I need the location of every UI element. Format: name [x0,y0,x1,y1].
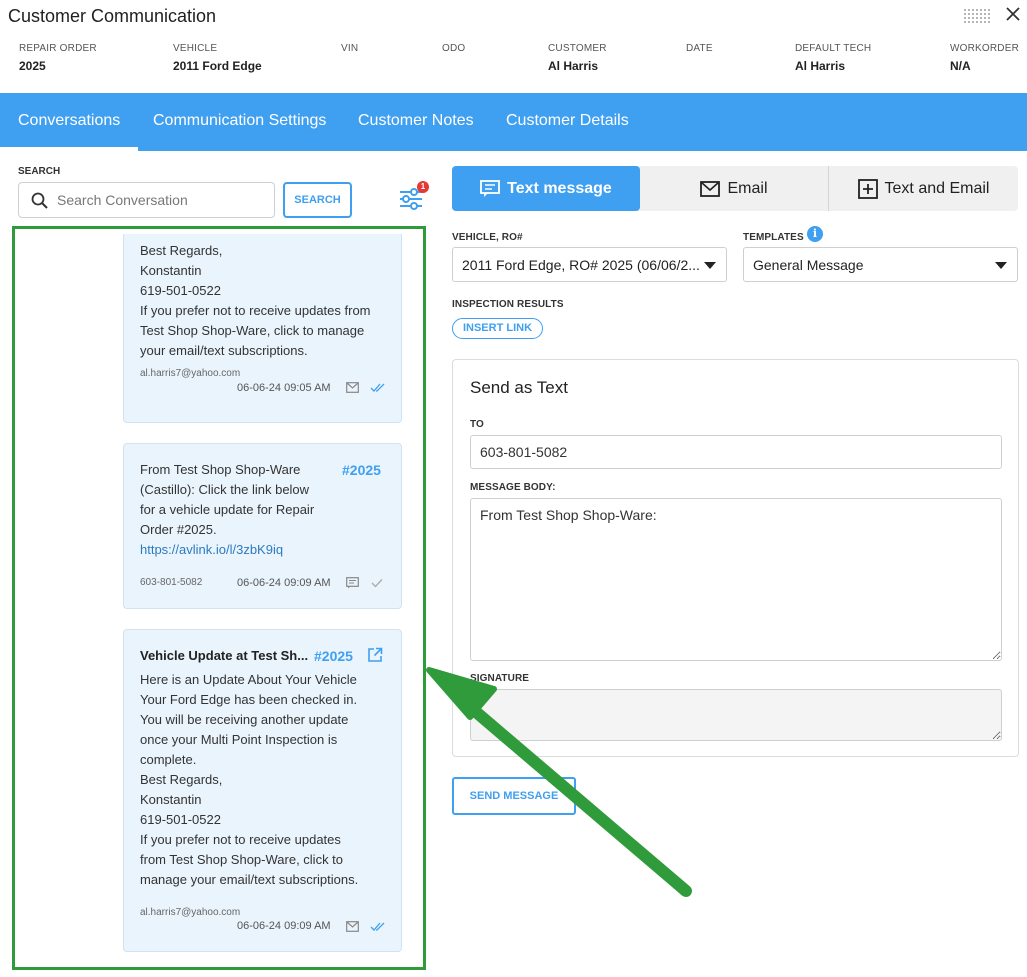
compose-mode-tabs: Text message Email Text and Email [452,166,1018,211]
message-subject: Vehicle Update at Test Sh... [140,648,309,663]
message-icon [480,179,501,198]
message-sender: al.harris7@yahoo.com [140,368,241,379]
templates-select[interactable]: General Message [743,247,1018,282]
templates-label: TEMPLATES [743,232,804,243]
tab-conversations[interactable]: Conversations [0,93,139,151]
mode-text-and-email[interactable]: Text and Email [829,166,1018,211]
to-field[interactable] [470,435,1002,469]
plus-box-icon [857,178,878,199]
repair-order-tag[interactable]: #2025 [342,462,381,478]
close-icon[interactable] [1005,6,1021,22]
title-bar: Customer Communication [0,0,1027,34]
sms-channel-icon [346,577,359,589]
search-input[interactable] [57,189,267,211]
meta-vehicle: VEHICLE 2011 Ford Edge [173,43,262,73]
signature-field[interactable] [470,689,1002,741]
to-label: TO [470,419,484,430]
message-text: From Test Shop Shop-Ware (Castillo): Cli… [140,462,315,537]
window-title: Customer Communication [8,6,217,26]
meta-label: VIN [341,43,359,54]
conversation-message[interactable]: Best Regards, Konstantin 619-501-0522 If… [123,234,402,423]
message-body-field[interactable]: From Test Shop Shop-Ware: [470,498,1002,661]
filter-count-badge: 1 [417,181,429,193]
tab-communication-settings[interactable]: Communication Settings [135,93,344,151]
search-label: SEARCH [18,166,61,177]
tab-customer-notes[interactable]: Customer Notes [340,93,492,151]
sent-check-icon [371,579,383,588]
email-channel-icon [346,382,359,393]
send-message-button[interactable]: SEND MESSAGE [452,777,576,815]
mail-icon [700,180,721,197]
read-receipt-icon [370,383,385,392]
message-link[interactable]: https://avlink.io/l/3zbK9iq [140,540,283,560]
meta-label: REPAIR ORDER [19,43,97,54]
inspection-results-label: INSPECTION RESULTS [452,299,564,310]
read-receipt-icon [370,922,385,931]
meta-label: VEHICLE [173,43,218,54]
conversation-list[interactable]: Best Regards, Konstantin 619-501-0522 If… [18,234,424,967]
meta-label: DEFAULT TECH [795,43,872,54]
insert-link-button[interactable]: INSERT LINK [452,318,543,339]
meta-value: Al Harris [795,59,846,73]
message-body-label: MESSAGE BODY: [470,482,556,493]
meta-customer: CUSTOMER Al Harris [548,43,607,73]
send-as-text-card: Send as Text TO MESSAGE BODY: From Test … [452,359,1019,757]
meta-value: N/A [950,59,971,73]
message-timestamp: 06-06-24 09:09 AM [237,920,331,932]
message-sender: 603-801-5082 [140,577,203,588]
meta-label: WORKORDER [950,43,1020,54]
search-field[interactable] [18,182,275,218]
message-timestamp: 06-06-24 09:09 AM [237,577,331,589]
repair-order-info: REPAIR ORDER 2025 VEHICLE 2011 Ford Edge… [0,43,1027,83]
email-channel-icon [346,921,359,932]
mode-text-message[interactable]: Text message [452,166,640,211]
meta-vin: VIN [341,43,358,59]
repair-order-tag[interactable]: #2025 [314,648,353,664]
vehicle-ro-select[interactable]: 2011 Ford Edge, RO# 2025 (06/06/2... [452,247,727,282]
open-external-icon[interactable] [367,647,383,663]
message-timestamp: 06-06-24 09:05 AM [237,382,331,394]
meta-label: ODO [442,43,466,54]
card-title: Send as Text [470,378,568,397]
templates-value: General Message [753,257,864,273]
mode-label: Text and Email [884,179,990,197]
signature-label: SIGNATURE [470,673,530,684]
drag-grip-icon[interactable] [964,9,990,23]
mode-label: Email [727,179,768,197]
main-tabs: Conversations Communication Settings Cus… [0,93,1027,151]
meta-value: 2025 [19,59,46,73]
search-icon [31,192,48,209]
meta-repair-order: REPAIR ORDER 2025 [19,43,97,73]
mode-email[interactable]: Email [640,166,828,211]
meta-label: CUSTOMER [548,43,607,54]
meta-workorder: WORKORDER N/A [950,43,1019,73]
chevron-down-icon [704,262,716,269]
vehicle-ro-value: 2011 Ford Edge, RO# 2025 (06/06/2... [462,257,700,273]
search-button[interactable]: SEARCH [283,182,352,218]
message-sender: al.harris7@yahoo.com [140,907,241,918]
vehicle-ro-label: VEHICLE, RO# [452,232,523,243]
chevron-down-icon [995,262,1007,269]
info-icon[interactable]: i [807,226,823,242]
meta-date: DATE [686,43,713,59]
conversation-message[interactable]: Vehicle Update at Test Sh... #2025 Here … [123,629,402,952]
tab-customer-details[interactable]: Customer Details [488,93,647,151]
meta-default-tech: DEFAULT TECH Al Harris [795,43,871,73]
mode-label: Text message [507,179,612,197]
message-text: Here is an Update About Your Vehicle You… [140,672,359,887]
meta-odo: ODO [442,43,465,59]
message-text: Best Regards, Konstantin 619-501-0522 If… [140,243,371,358]
meta-label: DATE [686,43,713,54]
conversation-message[interactable]: From Test Shop Shop-Ware (Castillo): Cli… [123,443,402,609]
meta-value: 2011 Ford Edge [173,59,262,73]
meta-value: Al Harris [548,59,599,73]
